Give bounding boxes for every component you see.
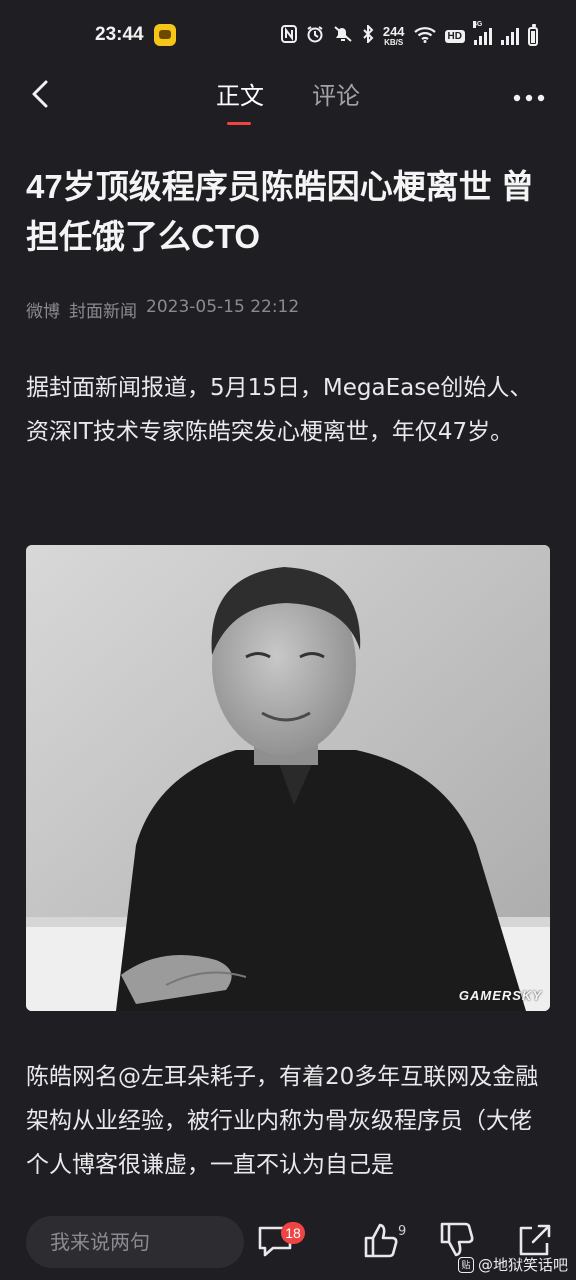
source-watermark: 贴 @地狱笑话吧 <box>457 1254 568 1275</box>
article-outlet[interactable]: 封面新闻 <box>69 297 137 322</box>
like-count: 9 <box>398 1224 407 1239</box>
status-bar: 23:44 244 KB/S HD 4G <box>0 0 576 72</box>
app-notification-icon <box>154 24 176 46</box>
tab-comments[interactable]: 评论 <box>312 76 360 111</box>
tieba-icon: 贴 <box>457 1256 474 1273</box>
status-icons: 244 KB/S HD 4G <box>280 20 538 52</box>
image-watermark: GAMERSKY <box>458 988 542 1003</box>
alarm-icon <box>306 25 324 47</box>
active-tab-indicator <box>227 122 251 125</box>
nfc-icon <box>280 25 297 47</box>
article-source[interactable]: 微博 <box>26 297 60 322</box>
article-datetime: 2023-05-15 22:12 <box>146 297 300 317</box>
source-watermark-text: @地狱笑话吧 <box>477 1256 568 1274</box>
bluetooth-icon <box>362 23 374 47</box>
signal-icon: 4G <box>473 21 492 45</box>
back-arrow-icon <box>32 80 48 108</box>
article-title: 47岁顶级程序员陈皓因心梗离世 曾担任饿了么CTO <box>26 168 534 255</box>
tab-article[interactable]: 正文 <box>216 76 264 111</box>
signal-icon <box>501 27 519 45</box>
wifi-icon <box>413 26 436 47</box>
article-photo[interactable]: GAMERSKY <box>26 545 550 1011</box>
status-time: 23:44 <box>95 24 144 45</box>
article-meta: 微博 封面新闻 2023-05-15 22:12 <box>26 297 299 322</box>
like-button[interactable] <box>362 1220 402 1260</box>
comment-input[interactable]: 我来说两句 <box>26 1216 244 1268</box>
back-button[interactable] <box>24 76 60 112</box>
thumbs-up-icon <box>364 1223 398 1258</box>
more-dots-icon <box>513 94 545 102</box>
comment-count-badge: 18 <box>281 1222 305 1244</box>
article-paragraph: 陈皓网名@左耳朵耗子，有着20多年互联网及金融架构从业经验，被行业内称为骨灰级程… <box>26 1064 539 1178</box>
battery-icon <box>528 23 538 46</box>
mute-icon <box>333 25 353 47</box>
network-speed: 244 KB/S <box>382 24 405 47</box>
hd-badge: HD <box>444 29 465 43</box>
network-type-label: 4G <box>473 21 483 28</box>
article-paragraph: 据封面新闻报道，5月15日，MegaEase创始人、资深IT技术专家陈皓突发心梗… <box>26 375 533 445</box>
article-nav-bar: 正文 评论 <box>0 72 576 128</box>
more-options-button[interactable] <box>512 88 546 102</box>
portrait-photo-illustration <box>26 545 550 1011</box>
